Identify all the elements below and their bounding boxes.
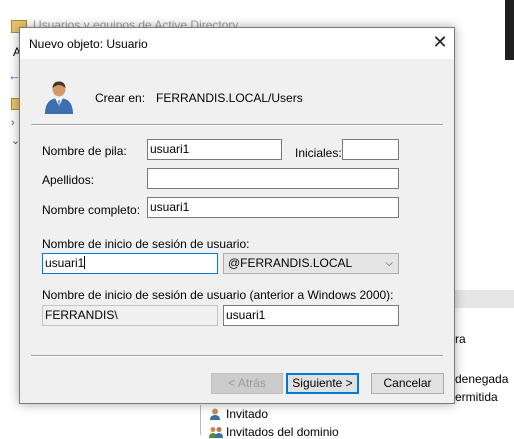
upn-suffix-dropdown[interactable]: @FERRANDIS.LOCAL ⌵	[223, 253, 399, 274]
create-in-label: Crear en:	[95, 91, 146, 105]
initials-field[interactable]	[342, 139, 399, 160]
dialog-titlebar[interactable]: Nuevo objeto: Usuario ✕	[20, 28, 454, 59]
chevron-right-icon[interactable]: ›	[11, 117, 15, 129]
user-icon	[45, 81, 73, 114]
full-name-field[interactable]: usuari1	[147, 197, 399, 218]
full-name-label: Nombre completo:	[42, 203, 141, 217]
logon-name-value: usuari1	[45, 256, 85, 270]
user-icon	[210, 408, 220, 420]
list-column-header[interactable]	[455, 290, 514, 308]
new-user-dialog: Nuevo objeto: Usuario ✕ Crear en: FERRAN…	[19, 27, 455, 404]
dialog-title: Nuevo objeto: Usuario	[29, 37, 148, 51]
list-item[interactable]: Invitados del dominio	[209, 425, 339, 439]
logon-name-field[interactable]: usuari1	[42, 253, 218, 274]
list-item-label: Invitados del dominio	[226, 425, 339, 439]
last-name-label: Apellidos:	[42, 173, 95, 187]
list-item-fragment[interactable]: ermitida	[455, 390, 498, 404]
group-icon	[209, 427, 223, 438]
first-name-field[interactable]: usuari1	[147, 139, 282, 160]
close-icon[interactable]: ✕	[430, 33, 450, 53]
chevron-down-icon: ⌵	[385, 258, 393, 269]
dialog-body: Crear en: FERRANDIS.LOCAL/Users Nombre d…	[20, 59, 454, 403]
upn-suffix-value: @FERRANDIS.LOCAL	[228, 256, 353, 270]
pane-divider[interactable]	[200, 405, 201, 435]
back-button[interactable]: < Atrás	[211, 373, 283, 394]
desktop-edge	[505, 0, 514, 60]
separator	[31, 124, 443, 126]
pre2000-domain-field: FERRANDIS\	[42, 305, 218, 326]
first-name-label: Nombre de pila:	[42, 144, 127, 158]
list-item-label: Invitado	[226, 407, 269, 421]
logon-name-label: Nombre de inicio de sesión de usuario:	[42, 237, 250, 251]
create-in-path: FERRANDIS.LOCAL/Users	[156, 91, 303, 105]
list-item[interactable]: Invitado	[209, 407, 268, 421]
cancel-button[interactable]: Cancelar	[371, 373, 444, 394]
next-button[interactable]: Siguiente >	[286, 373, 359, 394]
last-name-field[interactable]	[147, 168, 399, 189]
text-caret	[84, 256, 86, 269]
separator	[31, 355, 443, 357]
list-item-fragment[interactable]: ra	[455, 332, 466, 346]
list-item-fragment[interactable]: denegada	[455, 372, 508, 386]
initials-label: Iniciales:	[295, 146, 342, 160]
pre2000-logon-field[interactable]: usuari1	[223, 305, 399, 326]
pre2000-logon-label: Nombre de inicio de sesión de usuario (a…	[42, 288, 394, 302]
